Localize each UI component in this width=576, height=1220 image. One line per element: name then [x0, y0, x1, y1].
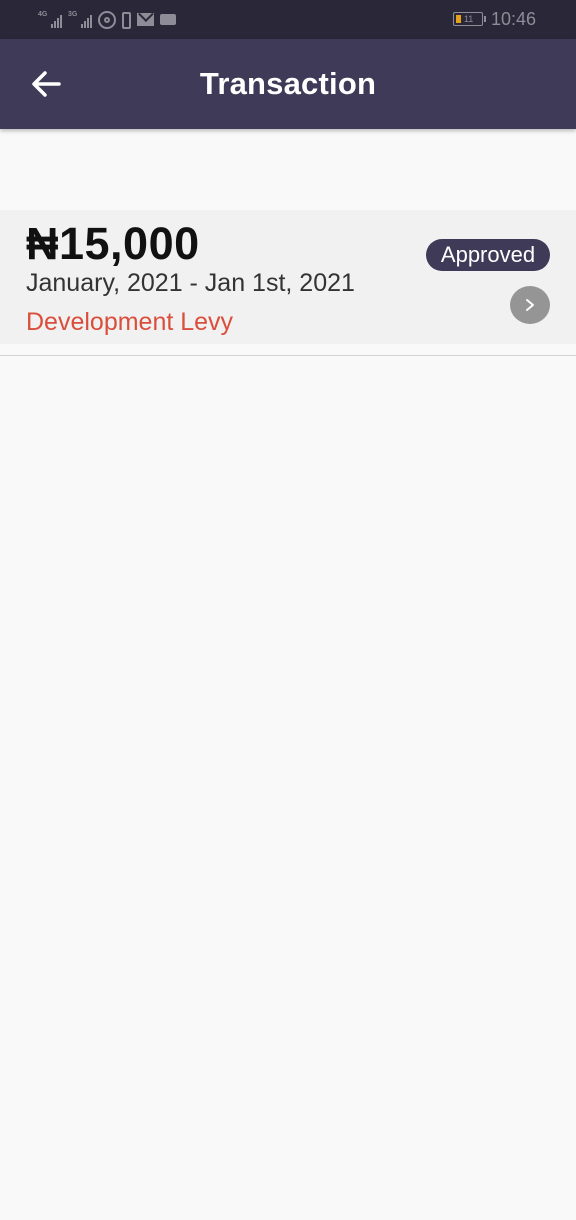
mail-icon [137, 13, 154, 26]
battery-icon: 11 [452, 12, 486, 26]
app-bar: Transaction [0, 39, 576, 129]
transaction-item[interactable]: ₦15,000 January, 2021 - Jan 1st, 2021 De… [0, 210, 576, 344]
status-icons-left: 4G 3G [38, 9, 176, 29]
transaction-amount: ₦15,000 [26, 218, 200, 269]
transaction-details-button[interactable] [510, 286, 550, 324]
status-icons-right: 11 10:46 [452, 8, 536, 30]
signal-icon-sim1: 4G [38, 11, 62, 29]
battery-level: 11 [463, 14, 474, 24]
network-type-sim2: 3G [68, 11, 78, 18]
battery-saver-icon [122, 12, 131, 29]
status-time: 10:46 [490, 8, 536, 29]
chevron-right-icon [526, 299, 534, 311]
status-badge: Approved [426, 239, 550, 271]
page-title: Transaction [199, 66, 377, 101]
status-bar: 4G 3G 11 10:46 [0, 0, 576, 39]
message-icon [160, 14, 176, 25]
transaction-category: Development Levy [26, 308, 234, 336]
network-type-sim1: 4G [38, 11, 48, 18]
divider [0, 355, 576, 356]
signal-icon-sim2: 3G [68, 11, 92, 29]
hotspot-icon [98, 11, 116, 29]
transaction-period: January, 2021 - Jan 1st, 2021 [26, 269, 355, 297]
